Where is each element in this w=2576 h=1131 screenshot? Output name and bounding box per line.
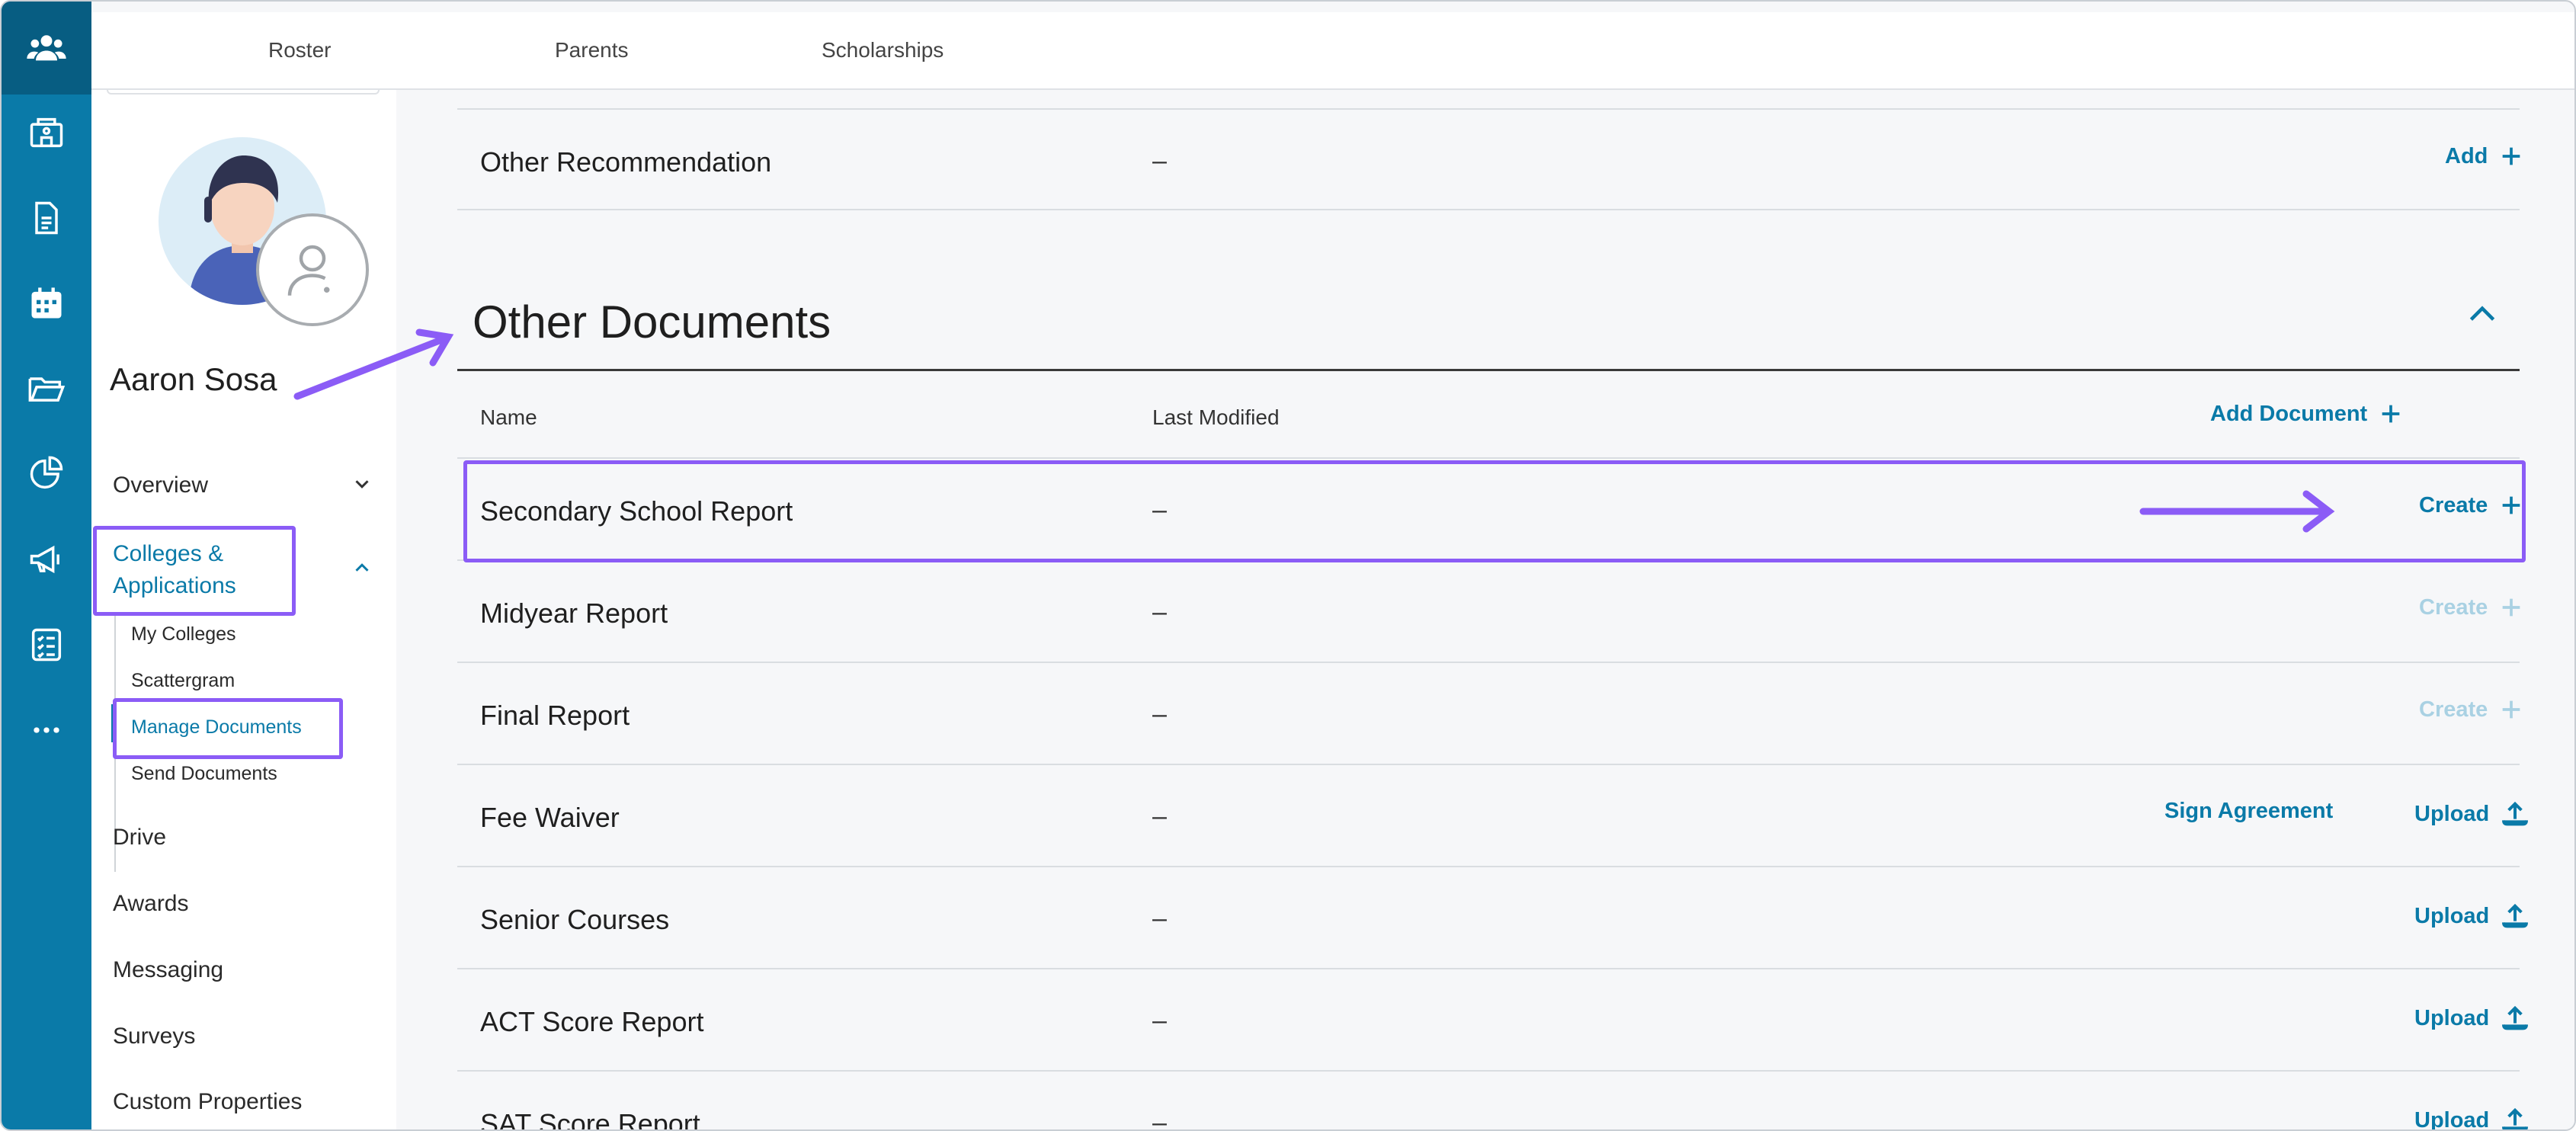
more-rail-button[interactable] <box>2 707 91 753</box>
students-rail-button[interactable] <box>2 2 91 95</box>
create-midyear-report-button[interactable]: Create <box>2419 594 2524 620</box>
table-row: Midyear Report – Create <box>457 561 2520 663</box>
documents-main: Other Recommendation – Add Other Documen… <box>396 90 2574 1131</box>
action-label: Create <box>2419 697 2488 722</box>
sidebar-subitem-send-documents[interactable]: Send Documents <box>131 763 277 785</box>
sidebar-item-overview[interactable]: Overview <box>113 473 208 498</box>
more-icon <box>34 727 59 733</box>
upload-sat-score-report-button[interactable]: Upload <box>2414 1105 2530 1131</box>
document-name: Midyear Report <box>480 598 668 629</box>
document-modified: – <box>1152 802 1167 831</box>
documents-rail-button[interactable] <box>2 195 91 241</box>
document-modified: – <box>1152 1006 1167 1035</box>
table-row: Final Report – Create <box>457 663 2520 765</box>
student-name: Aaron Sosa <box>110 361 277 397</box>
tab-parents[interactable]: Parents <box>555 38 629 62</box>
table-row: ACT Score Report – Upload <box>457 969 2529 1072</box>
section-divider <box>457 369 2520 371</box>
document-modified: – <box>1152 700 1167 729</box>
app-rail <box>2 2 91 1129</box>
chevron-up-icon[interactable] <box>2463 296 2501 334</box>
column-header-last-modified: Last Modified <box>1152 405 1280 429</box>
profile-photo-icon[interactable] <box>256 213 369 326</box>
upload-fee-waiver-button[interactable]: Upload <box>2414 799 2530 829</box>
action-label: Upload <box>2414 903 2490 928</box>
action-label: Upload <box>2414 801 2490 826</box>
document-name: Other Recommendation <box>480 146 772 178</box>
pie-chart-icon <box>30 456 63 489</box>
analytics-rail-button[interactable] <box>2 451 91 497</box>
document-name: Fee Waiver <box>480 802 620 833</box>
document-name: ACT Score Report <box>480 1006 704 1037</box>
checklist-rail-button[interactable] <box>2 622 91 668</box>
sidebar-item-custom-properties[interactable]: Custom Properties <box>113 1089 302 1115</box>
document-modified: – <box>1152 1108 1167 1131</box>
upload-senior-courses-button[interactable]: Upload <box>2414 901 2530 931</box>
chevron-down-icon[interactable] <box>351 473 373 495</box>
sign-agreement-link[interactable]: Sign Agreement <box>2164 799 2333 824</box>
document-name: Senior Courses <box>480 904 670 935</box>
annotation-highlight-secondary-school-report <box>463 460 2526 562</box>
top-navigation: Roster Parents Scholarships <box>91 12 2574 90</box>
action-label: Create <box>2419 594 2488 620</box>
plus-icon <box>2503 147 2520 165</box>
calendar-rail-button[interactable] <box>2 280 91 326</box>
add-document-button[interactable]: Add Document <box>2210 401 2404 427</box>
sidebar-item-drive[interactable]: Drive <box>113 825 166 851</box>
app-window: Roster Parents Scholarships Aaron Sosa O… <box>0 0 2576 1131</box>
checklist-icon <box>31 628 62 662</box>
sidebar-item-messaging[interactable]: Messaging <box>113 957 223 983</box>
recommendation-row: Other Recommendation – Add <box>457 108 2520 210</box>
sidebar-item-awards[interactable]: Awards <box>113 891 189 917</box>
upload-act-score-report-button[interactable]: Upload <box>2414 1003 2530 1033</box>
announcements-rail-button[interactable] <box>2 537 91 582</box>
panel-tab-stub <box>107 90 380 95</box>
document-name: Final Report <box>480 700 630 731</box>
tab-scholarships[interactable]: Scholarships <box>822 38 944 62</box>
megaphone-icon <box>30 545 59 574</box>
upload-icon <box>2502 1107 2529 1129</box>
annotation-highlight-colleges <box>93 526 296 616</box>
upload-icon <box>2502 1005 2529 1030</box>
document-icon <box>35 201 58 235</box>
action-label: Add <box>2445 143 2488 168</box>
upload-icon <box>2502 801 2529 826</box>
table-header: Name Last Modified Add Document <box>457 372 2520 459</box>
document-name: SAT Score Report <box>480 1108 700 1131</box>
plus-icon <box>2502 598 2520 617</box>
sidebar-subitem-my-colleges[interactable]: My Colleges <box>131 623 236 646</box>
document-modified: – <box>1152 904 1167 933</box>
calendar-icon <box>31 287 62 319</box>
create-final-report-button[interactable]: Create <box>2419 697 2524 722</box>
action-label: Upload <box>2414 1005 2490 1030</box>
school-icon <box>30 117 63 148</box>
sidebar-item-surveys[interactable]: Surveys <box>113 1024 195 1049</box>
people-icon <box>27 35 66 61</box>
table-row: Senior Courses – Upload <box>457 867 2529 969</box>
folder-icon <box>28 377 66 402</box>
tab-roster[interactable]: Roster <box>268 38 331 62</box>
section-title: Other Documents <box>473 296 831 348</box>
annotation-highlight-manage-documents <box>113 698 343 759</box>
document-modified: – <box>1152 146 1167 175</box>
column-header-name: Name <box>480 405 537 429</box>
table-row: SAT Score Report – Upload <box>457 1072 2529 1131</box>
add-recommendation-button[interactable]: Add <box>2445 143 2524 169</box>
plus-icon <box>2382 405 2400 423</box>
document-modified: – <box>1152 598 1167 626</box>
table-row: Fee Waiver – Sign Agreement Upload <box>457 765 2529 867</box>
action-label: Add Document <box>2210 401 2368 426</box>
upload-icon <box>2502 903 2529 928</box>
action-label: Upload <box>2414 1107 2490 1131</box>
plus-icon <box>2502 700 2520 719</box>
school-rail-button[interactable] <box>2 110 91 155</box>
sidebar-subitem-scattergram[interactable]: Scattergram <box>131 670 235 692</box>
chevron-up-icon[interactable] <box>351 556 373 579</box>
folder-rail-button[interactable] <box>2 366 91 412</box>
